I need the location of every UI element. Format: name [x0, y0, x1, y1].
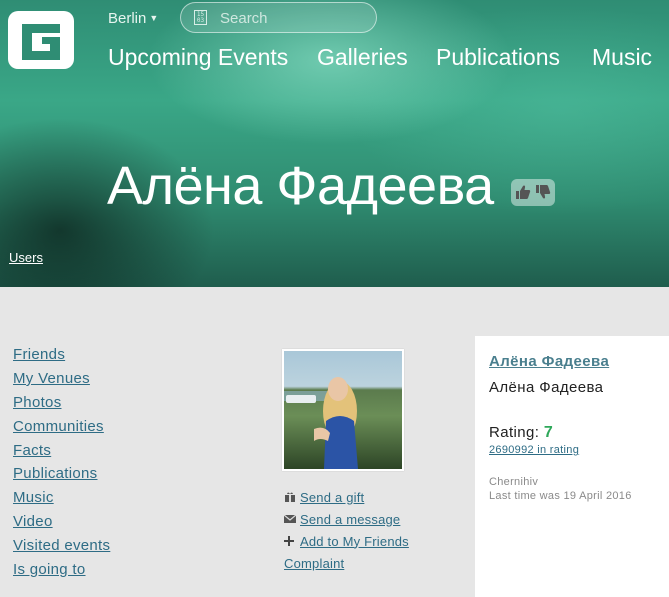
sidebar-item-is-going-to[interactable]: Is going to	[13, 560, 110, 584]
like-dislike-box	[511, 179, 555, 206]
thumbs-up-icon[interactable]	[514, 183, 532, 201]
city-label: Berlin	[108, 10, 147, 27]
rating-rank-link[interactable]: 2690992 in rating	[489, 444, 579, 456]
plus-icon	[284, 534, 300, 548]
rating-line: Rating: 7	[489, 424, 553, 442]
sidebar-item-friends[interactable]: Friends	[13, 345, 110, 369]
sidebar-item-communities[interactable]: Communities	[13, 417, 110, 441]
add-friend-row: Add to My Friends	[284, 530, 409, 552]
nav-music[interactable]: Music	[592, 44, 652, 71]
send-gift-row: Send a gift	[284, 486, 409, 508]
nav-publications[interactable]: Publications	[436, 44, 560, 71]
calendar-icon[interactable]: 15 03	[194, 10, 207, 25]
search-box: 15 03	[180, 2, 377, 33]
city-selector[interactable]: Berlin ▼	[108, 10, 158, 27]
profile-photo[interactable]	[282, 349, 404, 471]
profile-photo-image	[284, 377, 358, 469]
profile-info-card: Алёна Фадеева Алёна Фадеева Rating: 7 26…	[475, 336, 669, 597]
site-logo-icon[interactable]	[8, 11, 74, 69]
last-seen: Last time was 19 April 2016	[489, 490, 632, 502]
breadcrumb-users[interactable]: Users	[9, 250, 43, 265]
profile-sidebar: Friends My Venues Photos Communities Fac…	[13, 345, 110, 584]
profile-full-name: Алёна Фадеева	[489, 379, 604, 396]
complaint-row: Complaint	[284, 552, 409, 574]
sidebar-item-facts[interactable]: Facts	[13, 441, 110, 465]
sidebar-item-music[interactable]: Music	[13, 488, 110, 512]
sidebar-item-my-venues[interactable]: My Venues	[13, 369, 110, 393]
rating-label: Rating:	[489, 424, 540, 441]
rating-value: 7	[543, 424, 554, 441]
sidebar-item-photos[interactable]: Photos	[13, 393, 110, 417]
send-message-row: Send a message	[284, 508, 409, 530]
nav-galleries[interactable]: Galleries	[317, 44, 408, 71]
gift-icon	[284, 490, 300, 504]
profile-name-link[interactable]: Алёна Фадеева	[489, 353, 609, 370]
send-gift-link[interactable]: Send a gift	[300, 490, 364, 505]
search-input[interactable]	[218, 7, 372, 30]
page-title: Алёна Фадеева	[107, 156, 494, 216]
add-friend-link[interactable]: Add to My Friends	[300, 534, 409, 549]
profile-city: Chernihiv	[489, 476, 539, 488]
chevron-down-icon: ▼	[149, 13, 159, 23]
sidebar-item-visited-events[interactable]: Visited events	[13, 536, 110, 560]
send-message-link[interactable]: Send a message	[300, 512, 400, 527]
profile-hero: Berlin▼ 15 03 Upcoming Events Galleries …	[0, 0, 669, 287]
complaint-link[interactable]: Complaint	[284, 556, 344, 571]
thumbs-down-icon[interactable]	[534, 183, 552, 201]
envelope-icon	[284, 512, 300, 526]
nav-upcoming-events[interactable]: Upcoming Events	[108, 44, 288, 71]
profile-actions: Send a gift Send a message Add to My Fri…	[284, 486, 409, 574]
sidebar-item-video[interactable]: Video	[13, 512, 110, 536]
sidebar-item-publications[interactable]: Publications	[13, 464, 110, 488]
